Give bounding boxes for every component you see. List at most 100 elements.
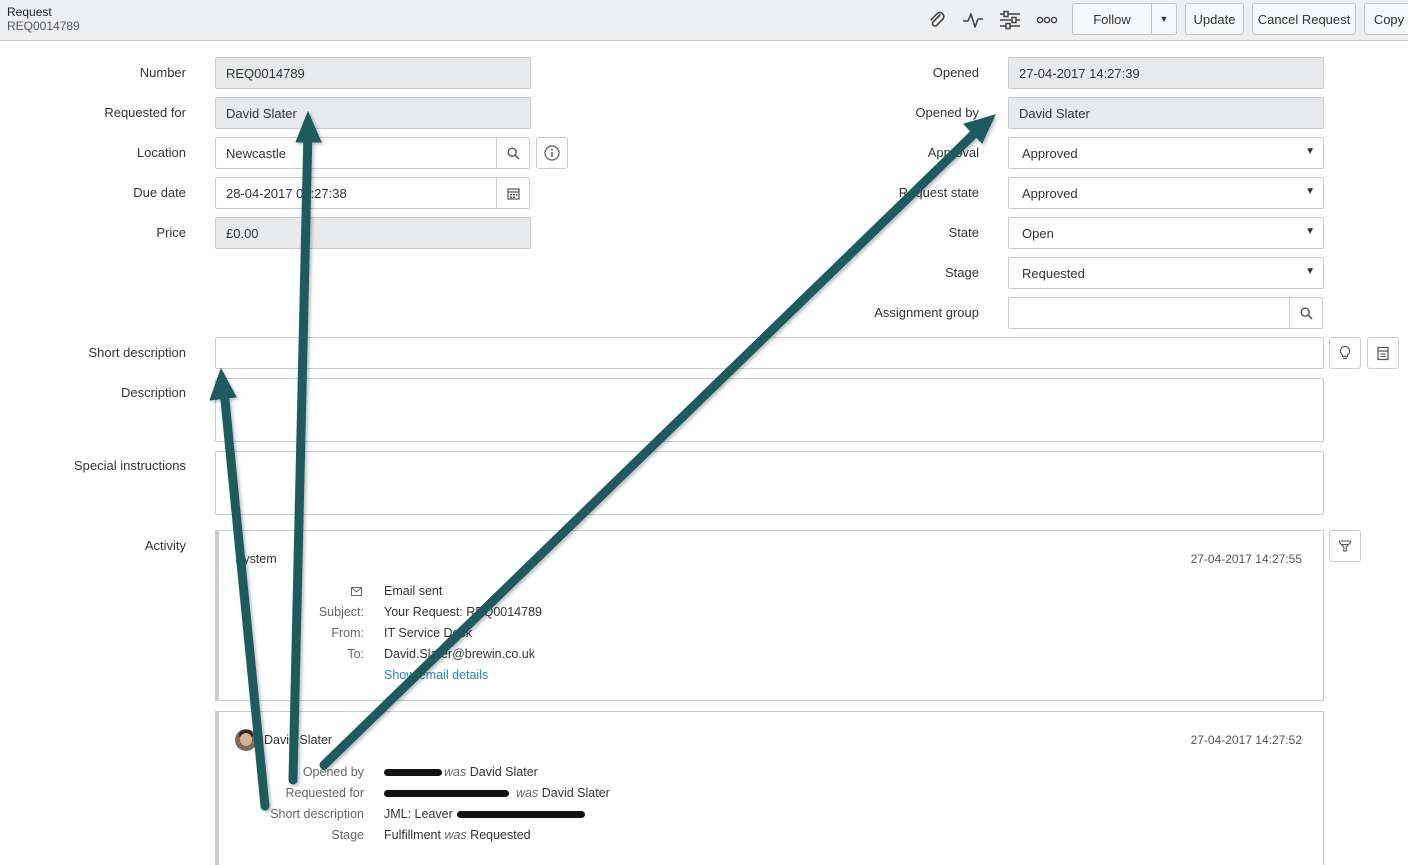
approval-select[interactable]: Approved ▼ bbox=[1008, 137, 1324, 169]
info-icon bbox=[544, 145, 560, 161]
email-from: IT Service Desk bbox=[384, 626, 472, 640]
activity-entry-email: System 27-04-2017 14:27:55 Email sent Su… bbox=[215, 530, 1324, 701]
location-label: Location bbox=[136, 145, 186, 160]
description-label: Description bbox=[120, 385, 186, 400]
price-field[interactable]: £0.00 bbox=[215, 217, 531, 249]
request-state-select[interactable]: Approved ▼ bbox=[1008, 177, 1324, 209]
short-description-field[interactable] bbox=[215, 337, 1324, 369]
form-header: Request REQ0014789 Follow ▼ Update Cance… bbox=[0, 0, 1408, 41]
stage-value: Requested bbox=[1022, 265, 1085, 281]
caret-down-icon: ▼ bbox=[1305, 146, 1315, 157]
change-new-value: Fulfillment bbox=[384, 828, 441, 842]
change-new-value: JML: Leaver - bbox=[384, 807, 461, 821]
number-label: Number bbox=[139, 65, 186, 80]
short-description-label: Short description bbox=[88, 345, 186, 360]
more-icon[interactable] bbox=[1034, 8, 1060, 32]
redaction-scribble bbox=[384, 790, 509, 797]
stage-select[interactable]: Requested ▼ bbox=[1008, 257, 1324, 289]
activity-icon[interactable] bbox=[960, 8, 986, 32]
requested-for-label: Requested for bbox=[104, 105, 186, 120]
price-value: £0.00 bbox=[226, 225, 259, 241]
template-button[interactable] bbox=[1367, 337, 1399, 369]
activity-entry-field-changes: David Slater 27-04-2017 14:27:52 Opened … bbox=[215, 711, 1324, 865]
location-field[interactable]: Newcastle bbox=[215, 137, 530, 169]
paperclip-icon[interactable] bbox=[924, 8, 950, 32]
location-lookup-button[interactable] bbox=[496, 138, 529, 168]
opened-by-value: David Slater bbox=[1019, 105, 1090, 121]
assignment-group-label: Assignment group bbox=[874, 305, 979, 320]
stage-label: Stage bbox=[945, 265, 979, 280]
activity-author: David Slater bbox=[264, 733, 333, 747]
change-field-stage: Stage bbox=[331, 828, 364, 842]
change-field-requested-for: Requested for bbox=[285, 786, 364, 800]
approval-value: Approved bbox=[1022, 145, 1078, 161]
request-state-label: Request state bbox=[898, 185, 979, 200]
activity-label: Activity bbox=[144, 538, 186, 553]
change-was: was bbox=[444, 828, 467, 842]
follow-dropdown-button[interactable]: ▼ bbox=[1151, 3, 1177, 35]
envelope-icon bbox=[319, 584, 362, 600]
opened-by-field[interactable]: David Slater bbox=[1008, 97, 1324, 129]
number-value: REQ0014789 bbox=[226, 65, 305, 81]
email-to-label: To: bbox=[347, 647, 364, 661]
due-date-value: 28-04-2017 04:27:38 bbox=[226, 185, 347, 201]
activity-timestamp: 27-04-2017 14:27:52 bbox=[1190, 733, 1302, 747]
caret-down-icon: ▼ bbox=[1305, 186, 1315, 197]
email-from-label: From: bbox=[331, 626, 364, 640]
requested-for-field[interactable]: David Slater bbox=[215, 97, 531, 129]
redaction-scribble bbox=[384, 769, 442, 776]
number-field[interactable]: REQ0014789 bbox=[215, 57, 531, 89]
state-value: Open bbox=[1022, 225, 1054, 241]
activity-author: System bbox=[235, 552, 277, 566]
request-state-value: Approved bbox=[1022, 185, 1078, 201]
copy-button[interactable]: Copy bbox=[1364, 3, 1408, 35]
search-icon bbox=[1299, 306, 1313, 320]
opened-by-label: Opened by bbox=[915, 105, 979, 120]
due-date-field[interactable]: 28-04-2017 04:27:38 bbox=[215, 177, 530, 209]
update-button[interactable]: Update bbox=[1185, 3, 1244, 35]
email-to: David.Slater@brewin.co.uk bbox=[384, 647, 535, 661]
redaction-scribble bbox=[457, 811, 585, 818]
opened-label: Opened bbox=[932, 65, 979, 80]
assignment-group-field[interactable] bbox=[1008, 297, 1323, 329]
caret-down-icon: ▼ bbox=[1305, 226, 1315, 237]
opened-field[interactable]: 27-04-2017 14:27:39 bbox=[1008, 57, 1324, 89]
filter-icon bbox=[1338, 540, 1352, 552]
state-label: State bbox=[948, 225, 979, 240]
show-email-details-link[interactable]: Show email details bbox=[384, 667, 488, 683]
state-select[interactable]: Open ▼ bbox=[1008, 217, 1324, 249]
caret-down-icon: ▼ bbox=[1159, 14, 1169, 24]
sliders-icon[interactable] bbox=[997, 8, 1023, 32]
change-old-value: David Slater bbox=[541, 786, 610, 800]
book-icon bbox=[1377, 346, 1389, 360]
change-was: was bbox=[516, 786, 539, 800]
form-title: Request bbox=[7, 5, 52, 19]
price-label: Price bbox=[156, 225, 186, 240]
lightbulb-icon bbox=[1339, 345, 1351, 360]
cancel-request-button[interactable]: Cancel Request bbox=[1252, 3, 1356, 35]
email-type: Email sent bbox=[384, 584, 443, 598]
caret-down-icon: ▼ bbox=[1305, 266, 1315, 277]
activity-timestamp: 27-04-2017 14:27:55 bbox=[1190, 552, 1302, 566]
change-old-value: David Slater bbox=[469, 765, 538, 779]
follow-button[interactable]: Follow bbox=[1072, 3, 1152, 35]
change-field-opened-by: Opened by bbox=[302, 765, 364, 779]
location-info-button[interactable] bbox=[536, 137, 568, 169]
change-old-value: Requested bbox=[470, 828, 531, 842]
opened-value: 27-04-2017 14:27:39 bbox=[1019, 65, 1140, 81]
form-record-number: REQ0014789 bbox=[7, 19, 80, 33]
assignment-group-lookup-button[interactable] bbox=[1289, 298, 1322, 328]
email-subject: Your Request: REQ0014789 bbox=[384, 605, 542, 619]
due-date-picker-button[interactable] bbox=[496, 178, 529, 208]
change-was: was bbox=[444, 765, 467, 779]
description-textarea[interactable] bbox=[215, 378, 1324, 442]
calendar-icon bbox=[506, 187, 520, 200]
activity-filter-button[interactable] bbox=[1329, 530, 1361, 562]
requested-for-value: David Slater bbox=[226, 105, 297, 121]
user-avatar bbox=[235, 729, 257, 751]
due-date-label: Due date bbox=[133, 185, 186, 200]
search-icon bbox=[506, 146, 520, 160]
approval-label: Approval bbox=[927, 145, 979, 160]
special-instructions-textarea[interactable] bbox=[215, 451, 1324, 515]
suggestion-button[interactable] bbox=[1329, 337, 1361, 369]
